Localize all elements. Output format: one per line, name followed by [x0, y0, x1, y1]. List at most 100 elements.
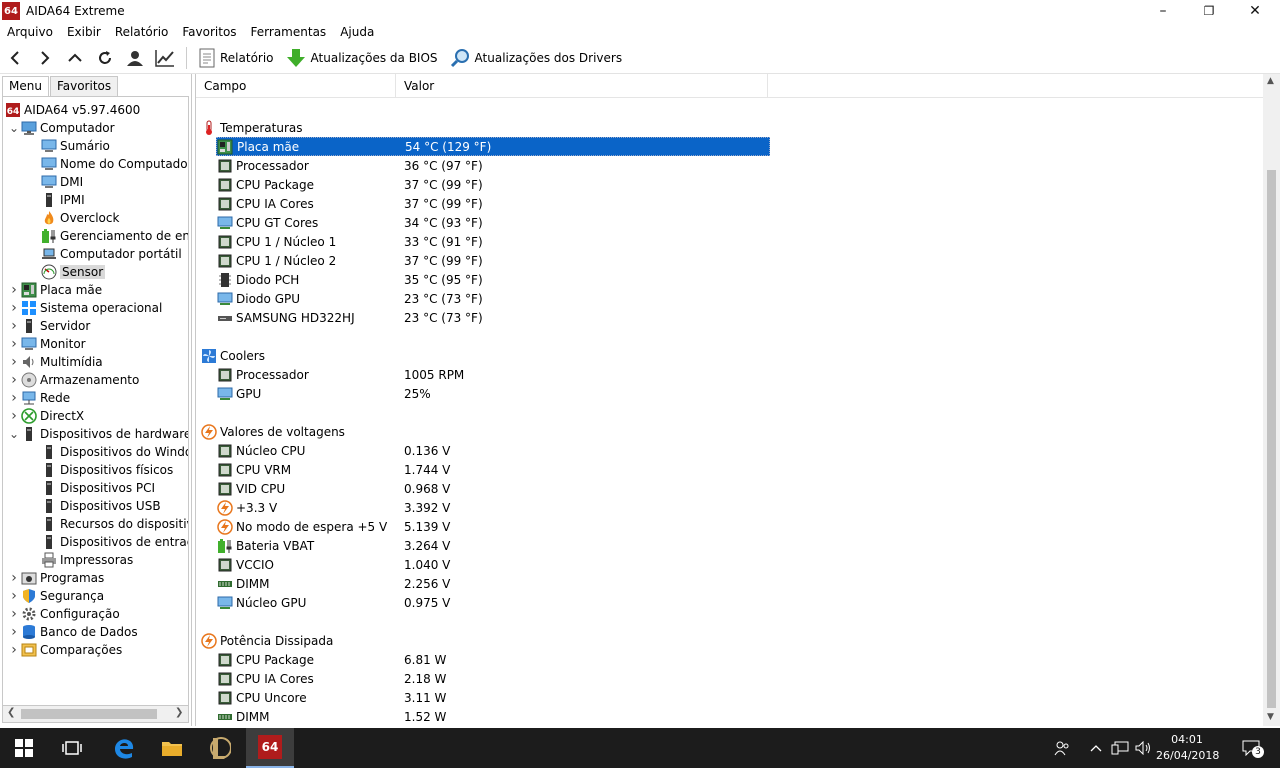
volume-icon[interactable] — [1134, 738, 1154, 758]
tree-item-11[interactable]: › Placa mãe — [7, 281, 102, 299]
tree-item-24[interactable]: Recursos do dispositivo — [27, 515, 188, 533]
tree-item-27[interactable]: › Programas — [7, 569, 104, 587]
minimize-button[interactable]: – — [1140, 0, 1186, 22]
sensor-row[interactable]: VCCIO 1.040 V — [196, 555, 770, 574]
group-voltages[interactable]: Valores de voltagens — [196, 422, 770, 441]
sensor-row[interactable]: Processador 1005 RPM — [196, 365, 770, 384]
back-button[interactable] — [0, 43, 30, 73]
sensor-row[interactable]: Núcleo CPU 0.136 V — [196, 441, 770, 460]
sensor-row[interactable]: Diodo GPU 23 °C (73 °F) — [196, 289, 770, 308]
tab-menu[interactable]: Menu — [2, 76, 49, 97]
column-header-field[interactable]: Campo — [196, 74, 396, 98]
tree-item-28[interactable]: › Segurança — [7, 587, 104, 605]
expand-arrow-icon[interactable]: › — [7, 588, 21, 604]
tree-item-7[interactable]: Overclock — [27, 209, 119, 227]
refresh-button[interactable] — [90, 43, 120, 73]
expand-arrow-icon[interactable]: › — [7, 642, 21, 658]
sensor-row[interactable]: CPU Uncore 3.11 W — [196, 688, 770, 707]
scroll-down-icon[interactable]: ▼ — [1267, 712, 1274, 722]
chart-button[interactable] — [150, 43, 180, 73]
tree-item-5[interactable]: DMI — [27, 173, 83, 191]
expand-arrow-icon[interactable]: › — [7, 570, 21, 586]
group-coolers[interactable]: Coolers — [196, 346, 770, 365]
tab-favoritos[interactable]: Favoritos — [49, 76, 119, 96]
start-button[interactable] — [0, 728, 48, 768]
tree-item-31[interactable]: › Comparações — [7, 641, 122, 659]
forward-button[interactable] — [30, 43, 60, 73]
game-taskbar-button[interactable] — [196, 728, 244, 768]
tree-item-1[interactable]: 64 AIDA64 v5.97.4600 — [5, 101, 140, 119]
vertical-scrollbar[interactable]: ▲ ▼ — [1263, 74, 1280, 726]
tree-item-19[interactable]: ⌄ Dispositivos de hardware — [7, 425, 188, 443]
tree-item-12[interactable]: › Sistema operacional — [7, 299, 162, 317]
sensor-row[interactable]: GPU 25% — [196, 384, 770, 403]
aida64-taskbar-button[interactable]: 64 — [246, 728, 294, 768]
sensor-row[interactable]: Processador 36 °C (97 °F) — [196, 156, 770, 175]
tree-item-13[interactable]: › Servidor — [7, 317, 90, 335]
scroll-left-icon[interactable]: ❮ — [7, 707, 15, 718]
scroll-up-icon[interactable]: ▲ — [1267, 76, 1274, 86]
scroll-thumb[interactable] — [1267, 170, 1276, 708]
sensor-row[interactable]: CPU 1 / Núcleo 2 37 °C (99 °F) — [196, 251, 770, 270]
tree-item-20[interactable]: Dispositivos do Windows — [27, 443, 188, 461]
tree-item-16[interactable]: › Armazenamento — [7, 371, 139, 389]
group-power[interactable]: Potência Dissipada — [196, 631, 770, 650]
expand-arrow-icon[interactable]: › — [7, 606, 21, 622]
expand-arrow-icon[interactable]: › — [7, 300, 21, 316]
menu-arquivo[interactable]: Arquivo — [0, 22, 60, 42]
menu-ferramentas[interactable]: Ferramentas — [244, 22, 334, 42]
notifications-button[interactable]: 3 — [1238, 738, 1264, 758]
tree-item-18[interactable]: › DirectX — [7, 407, 84, 425]
sensor-row[interactable]: Placa mãe 54 °C (129 °F) — [216, 137, 770, 156]
sensor-row[interactable]: SAMSUNG HD322HJ 23 °C (73 °F) — [196, 308, 770, 327]
system-clock[interactable]: 04:01 26/04/2018 — [1156, 732, 1219, 764]
tree-item-23[interactable]: Dispositivos USB — [27, 497, 161, 515]
tree-item-22[interactable]: Dispositivos PCI — [27, 479, 155, 497]
user-button[interactable] — [120, 43, 150, 73]
tree-item-30[interactable]: › Banco de Dados — [7, 623, 137, 641]
edge-taskbar-button[interactable] — [100, 728, 148, 768]
task-view-button[interactable] — [48, 728, 96, 768]
sensor-row[interactable]: CPU Package 37 °C (99 °F) — [196, 175, 770, 194]
tree-item-10[interactable]: Sensor — [27, 263, 106, 281]
tree-item-29[interactable]: › Configuração — [7, 605, 120, 623]
close-button[interactable]: ✕ — [1232, 0, 1278, 22]
sensor-row[interactable]: CPU VRM 1.744 V — [196, 460, 770, 479]
sensor-row[interactable]: CPU IA Cores 2.18 W — [196, 669, 770, 688]
bios-updates-button[interactable]: Atualizações da BIOS — [280, 43, 444, 73]
collapse-arrow-icon[interactable]: ⌄ — [7, 121, 21, 135]
sensor-row[interactable]: VID CPU 0.968 V — [196, 479, 770, 498]
horizontal-scrollbar[interactable]: ❮ ❯ — [2, 706, 189, 723]
sensor-row[interactable]: CPU Package 6.81 W — [196, 650, 770, 669]
sensor-row[interactable]: No modo de espera +5 V 5.139 V — [196, 517, 770, 536]
expand-arrow-icon[interactable]: › — [7, 354, 21, 370]
report-button[interactable]: Relatório — [193, 43, 280, 73]
show-hidden-icons-icon[interactable] — [1086, 738, 1106, 758]
tree-item-14[interactable]: › Monitor — [7, 335, 85, 353]
tree-item-26[interactable]: Impressoras — [27, 551, 133, 569]
tree-item-3[interactable]: Sumário — [27, 137, 110, 155]
tree-item-15[interactable]: › Multimídia — [7, 353, 102, 371]
up-button[interactable] — [60, 43, 90, 73]
collapse-arrow-icon[interactable]: ⌄ — [7, 427, 21, 441]
group-temperatures[interactable]: Temperaturas — [196, 118, 770, 137]
expand-arrow-icon[interactable]: › — [7, 282, 21, 298]
expand-arrow-icon[interactable]: › — [7, 390, 21, 406]
expand-arrow-icon[interactable]: › — [7, 624, 21, 640]
sensor-row[interactable]: +3.3 V 3.392 V — [196, 498, 770, 517]
sensor-row[interactable]: Diodo PCH 35 °C (95 °F) — [196, 270, 770, 289]
tree-item-4[interactable]: Nome do Computador — [27, 155, 188, 173]
sensor-row[interactable]: CPU IA Cores 37 °C (99 °F) — [196, 194, 770, 213]
tree-item-25[interactable]: Dispositivos de entrada — [27, 533, 188, 551]
menu-favoritos[interactable]: Favoritos — [175, 22, 243, 42]
menu-relatorio[interactable]: Relatório — [108, 22, 176, 42]
sensor-row[interactable]: CPU 1 / Núcleo 1 33 °C (91 °F) — [196, 232, 770, 251]
maximize-button[interactable]: ❐ — [1186, 0, 1232, 22]
menu-ajuda[interactable]: Ajuda — [333, 22, 381, 42]
sensor-row[interactable]: Núcleo GPU 0.975 V — [196, 593, 770, 612]
sensor-row[interactable]: DIMM 2.256 V — [196, 574, 770, 593]
tree-item-21[interactable]: Dispositivos físicos — [27, 461, 173, 479]
tree-item-6[interactable]: IPMI — [27, 191, 85, 209]
sensor-row[interactable]: Bateria VBAT 3.264 V — [196, 536, 770, 555]
tree-item-2[interactable]: ⌄ Computador — [7, 119, 115, 137]
